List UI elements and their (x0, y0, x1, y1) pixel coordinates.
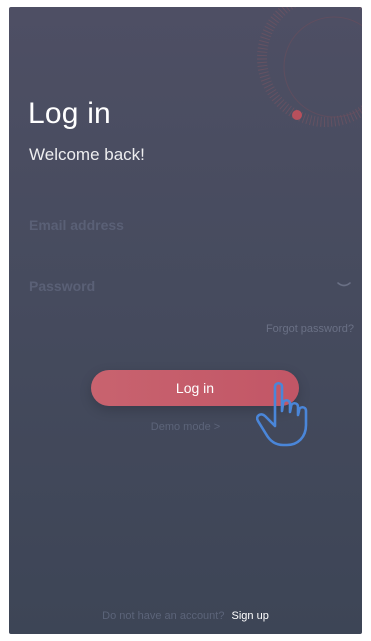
password-field[interactable] (29, 271, 329, 301)
email-field[interactable] (29, 210, 354, 240)
decorative-dot (292, 110, 302, 120)
signup-prompt: Do not have an account? Sign up (9, 610, 362, 622)
page-title: Log in (28, 97, 111, 130)
page-subtitle: Welcome back! (29, 145, 145, 164)
forgot-password-link[interactable]: Forgot password? (266, 323, 354, 335)
login-button[interactable]: Log in (91, 370, 299, 406)
demo-mode-link[interactable]: Demo mode > (9, 421, 362, 433)
chevron-right-icon: > (213, 421, 221, 433)
demo-mode-label: Demo mode (150, 421, 211, 433)
signup-prompt-text: Do not have an account? (102, 610, 225, 622)
chevron-down-icon[interactable] (335, 278, 353, 292)
signup-link[interactable]: Sign up (232, 610, 269, 622)
login-screen: Log in Welcome back! Forgot password? Lo… (9, 7, 362, 634)
